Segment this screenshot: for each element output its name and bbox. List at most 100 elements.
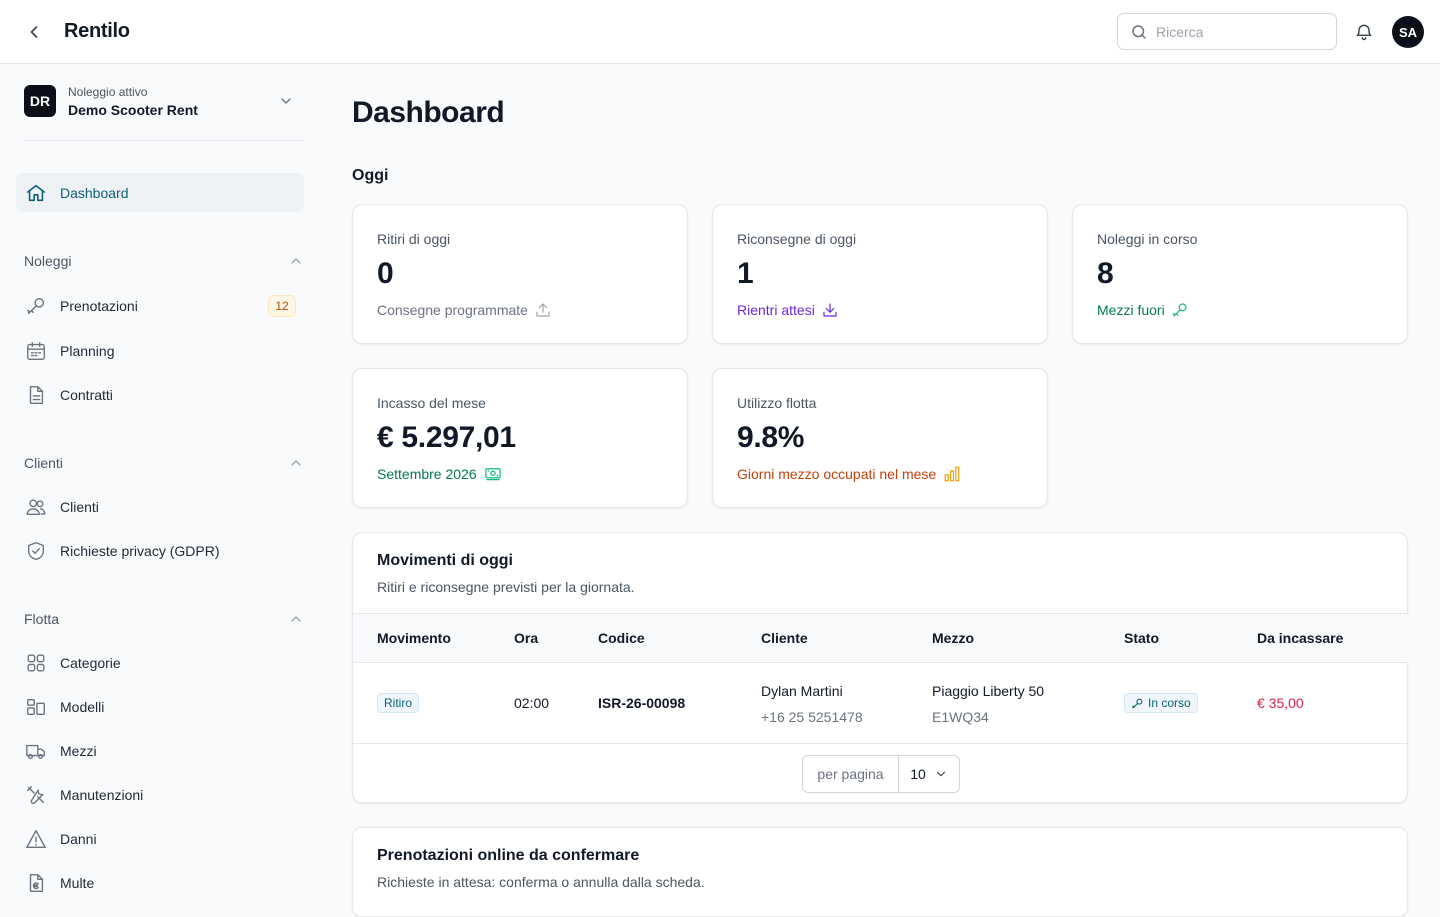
column-header[interactable]: Ora (514, 630, 538, 646)
stat-label: Riconsegne di oggi (737, 231, 857, 247)
document-icon (24, 383, 48, 407)
stat-value: 8 (1097, 257, 1114, 290)
section-noleggi[interactable]: Noleggi (24, 251, 304, 271)
stat-value: 1 (737, 257, 754, 290)
column-header[interactable]: Stato (1124, 630, 1159, 646)
page-size-value: 10 (910, 766, 926, 782)
sidebar-item-planning[interactable]: Planning (16, 333, 304, 369)
warning-icon (24, 827, 48, 851)
sidebar-item-dashboard[interactable]: Dashboard (16, 173, 304, 212)
sidebar-item-clienti[interactable]: Clienti (16, 489, 304, 525)
key-icon (24, 294, 48, 318)
client-phone: +16 25 5251478 (761, 709, 863, 725)
movement-type-badge: Ritiro (377, 693, 420, 713)
stat-card-ritiri: Ritiri di oggi 0 Consegne programmate (352, 204, 688, 344)
divider (24, 140, 304, 141)
download-icon (821, 301, 839, 319)
org-logo: DR (24, 85, 56, 117)
search-box[interactable] (1117, 13, 1337, 50)
sidebar-item-label: Modelli (60, 699, 105, 715)
sidebar-item-danni[interactable]: Danni (16, 821, 304, 857)
sidebar-item-contratti[interactable]: Contratti (16, 377, 304, 413)
sidebar-item-modelli[interactable]: Modelli (16, 689, 304, 725)
page-size-selector: per pagina 10 (802, 755, 960, 793)
card-subtitle: Richieste in attesa: conferma o annulla … (377, 874, 705, 890)
code-cell[interactable]: ISR-26-00098 (598, 695, 685, 711)
sidebar-item-label: Contratti (60, 387, 113, 403)
bell-icon[interactable] (1352, 20, 1376, 44)
sidebar-item-mezzi[interactable]: Mezzi (16, 733, 304, 769)
page-size-select[interactable]: 10 (899, 766, 959, 782)
key-icon (1171, 301, 1189, 319)
wrench-icon (24, 783, 48, 807)
status-badge: In corso (1124, 693, 1198, 713)
stat-sub: Mezzi fuori (1097, 301, 1189, 319)
sidebar-item-label: Categorie (60, 655, 121, 671)
search-icon (1130, 23, 1148, 41)
stat-value: 0 (377, 257, 394, 290)
section-flotta[interactable]: Flotta (24, 609, 304, 629)
page-size-label: per pagina (803, 756, 899, 792)
chevron-up-icon (288, 455, 304, 471)
stat-label: Ritiri di oggi (377, 231, 451, 247)
search-input[interactable] (1156, 23, 1326, 40)
cash-icon (483, 465, 503, 483)
squares-icon (24, 695, 48, 719)
home-icon (24, 181, 48, 205)
stat-sub-text: Consegne programmate (377, 302, 528, 318)
movements-card: Movimenti di oggi Ritiri e riconsegne pr… (352, 532, 1409, 803)
sidebar-item-label: Clienti (60, 499, 99, 515)
stat-sub-text: Settembre 2026 (377, 466, 477, 482)
sidebar-item-label: Dashboard (60, 184, 129, 201)
sidebar-item-manutenzioni[interactable]: Manutenzioni (16, 777, 304, 813)
chevron-up-icon (288, 253, 304, 269)
users-icon (24, 495, 48, 519)
sidebar-item-prenotazioni[interactable]: Prenotazioni 12 (16, 288, 304, 324)
page-title: Dashboard (352, 96, 505, 129)
stat-card-utilizzo: Utilizzo flotta 9.8% Giorni mezzo occupa… (712, 368, 1048, 508)
bar-chart-icon (942, 465, 962, 483)
sidebar: DR Noleggio attivo Demo Scooter Rent Das… (0, 65, 320, 900)
column-header[interactable]: Mezzo (932, 630, 974, 646)
back-arrow-icon[interactable] (22, 20, 46, 44)
stat-sub-text: Mezzi fuori (1097, 302, 1165, 318)
stat-label: Utilizzo flotta (737, 395, 817, 411)
sidebar-item-categorie[interactable]: Categorie (16, 645, 304, 681)
client-name[interactable]: Dylan Martini (761, 683, 843, 699)
section-clienti[interactable]: Clienti (24, 453, 304, 473)
calendar-icon (24, 339, 48, 363)
org-name: Demo Scooter Rent (68, 102, 198, 118)
section-title-oggi: Oggi (352, 167, 389, 184)
table-row[interactable]: Ritiro 02:00 ISR-26-00098 Dylan Martini … (353, 663, 1409, 744)
stat-sub: Rientri attesi (737, 301, 839, 319)
user-avatar[interactable]: SA (1392, 16, 1424, 48)
top-bar: Rentilo SA (0, 0, 1440, 64)
chevron-down-icon (934, 767, 948, 781)
truck-icon (24, 739, 48, 763)
section-title: Noleggi (24, 253, 72, 269)
stat-label: Noleggi in corso (1097, 231, 1198, 247)
column-header[interactable]: Cliente (761, 630, 808, 646)
column-header[interactable]: Da incassare (1257, 630, 1343, 646)
sidebar-item-label: Multe (60, 875, 95, 891)
stat-value: 9.8% (737, 421, 805, 454)
sidebar-item-label: Manutenzioni (60, 787, 144, 803)
stat-card-incasso: Incasso del mese € 5.297,01 Settembre 20… (352, 368, 688, 508)
sidebar-item-gdpr[interactable]: Richieste privacy (GDPR) (16, 533, 304, 569)
sidebar-item-multe[interactable]: Multe (16, 865, 304, 901)
vehicle-name[interactable]: Piaggio Liberty 50 (932, 683, 1044, 699)
sidebar-item-label: Prenotazioni (60, 298, 138, 314)
stat-label: Incasso del mese (377, 395, 486, 411)
column-header[interactable]: Movimento (377, 630, 451, 646)
shield-check-icon (24, 539, 48, 563)
online-bookings-card: Prenotazioni online da confermare Richie… (352, 827, 1408, 917)
key-icon (1131, 697, 1144, 710)
org-switcher[interactable]: DR Noleggio attivo Demo Scooter Rent (24, 85, 304, 141)
table-header: Movimento Ora Codice Cliente Mezzo Stato… (353, 613, 1409, 663)
stat-card-riconsegne: Riconsegne di oggi 1 Rientri attesi (712, 204, 1048, 344)
status-text: In corso (1148, 696, 1191, 710)
column-header[interactable]: Codice (598, 630, 645, 646)
sidebar-item-label: Mezzi (60, 743, 97, 759)
amount-due: € 35,00 (1257, 695, 1304, 711)
sidebar-item-label: Richieste privacy (GDPR) (60, 543, 220, 559)
